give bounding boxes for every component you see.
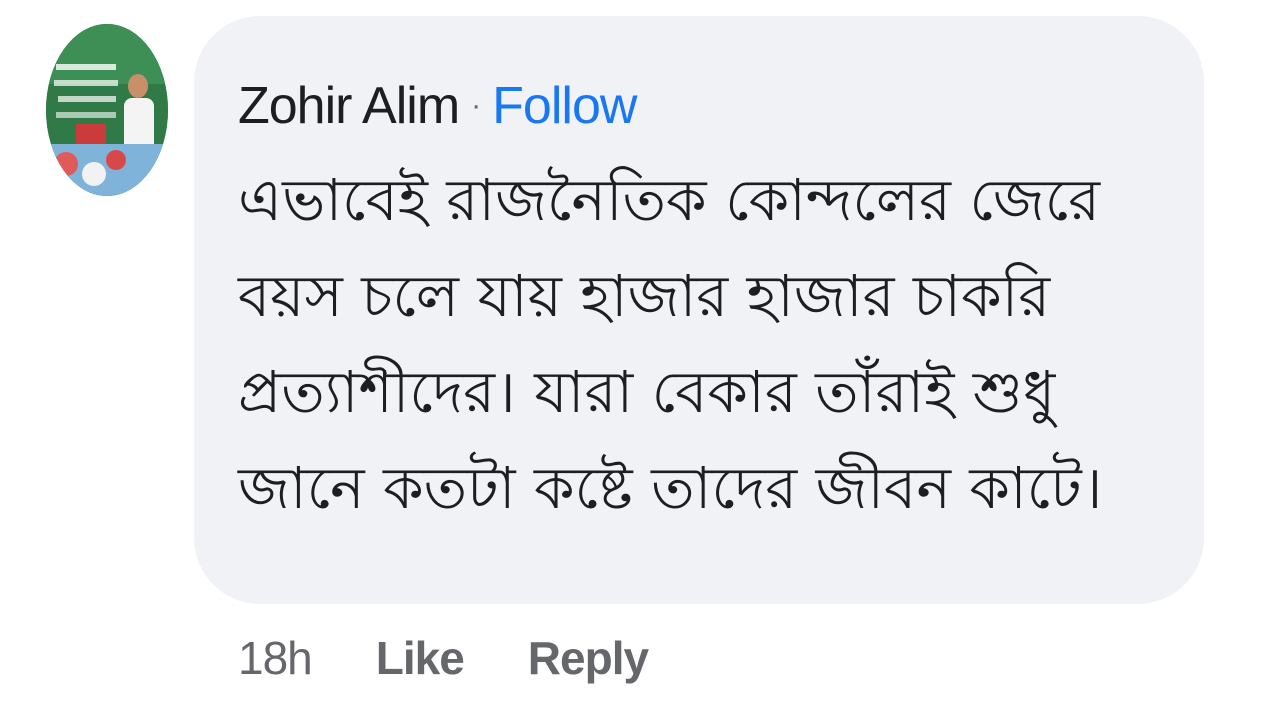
comment-actions: 18h Like Reply — [238, 622, 649, 694]
comment-item: Zohir Alim · Follow এভাবেই রাজনৈতিক কোন্… — [0, 0, 1280, 720]
reply-button[interactable]: Reply — [528, 631, 649, 685]
comment-header: Zohir Alim · Follow — [238, 70, 637, 142]
avatar-photo-icon — [46, 24, 168, 196]
follow-link[interactable]: Follow — [492, 76, 637, 136]
comment-text: এভাবেই রাজনৈতিক কোন্দলের জেরে বয়স চলে য… — [238, 166, 1103, 522]
comment-timestamp[interactable]: 18h — [238, 631, 313, 685]
author-name[interactable]: Zohir Alim — [238, 76, 460, 136]
separator-dot: · — [471, 89, 481, 122]
like-button[interactable]: Like — [376, 631, 465, 685]
author-avatar[interactable] — [46, 24, 168, 196]
